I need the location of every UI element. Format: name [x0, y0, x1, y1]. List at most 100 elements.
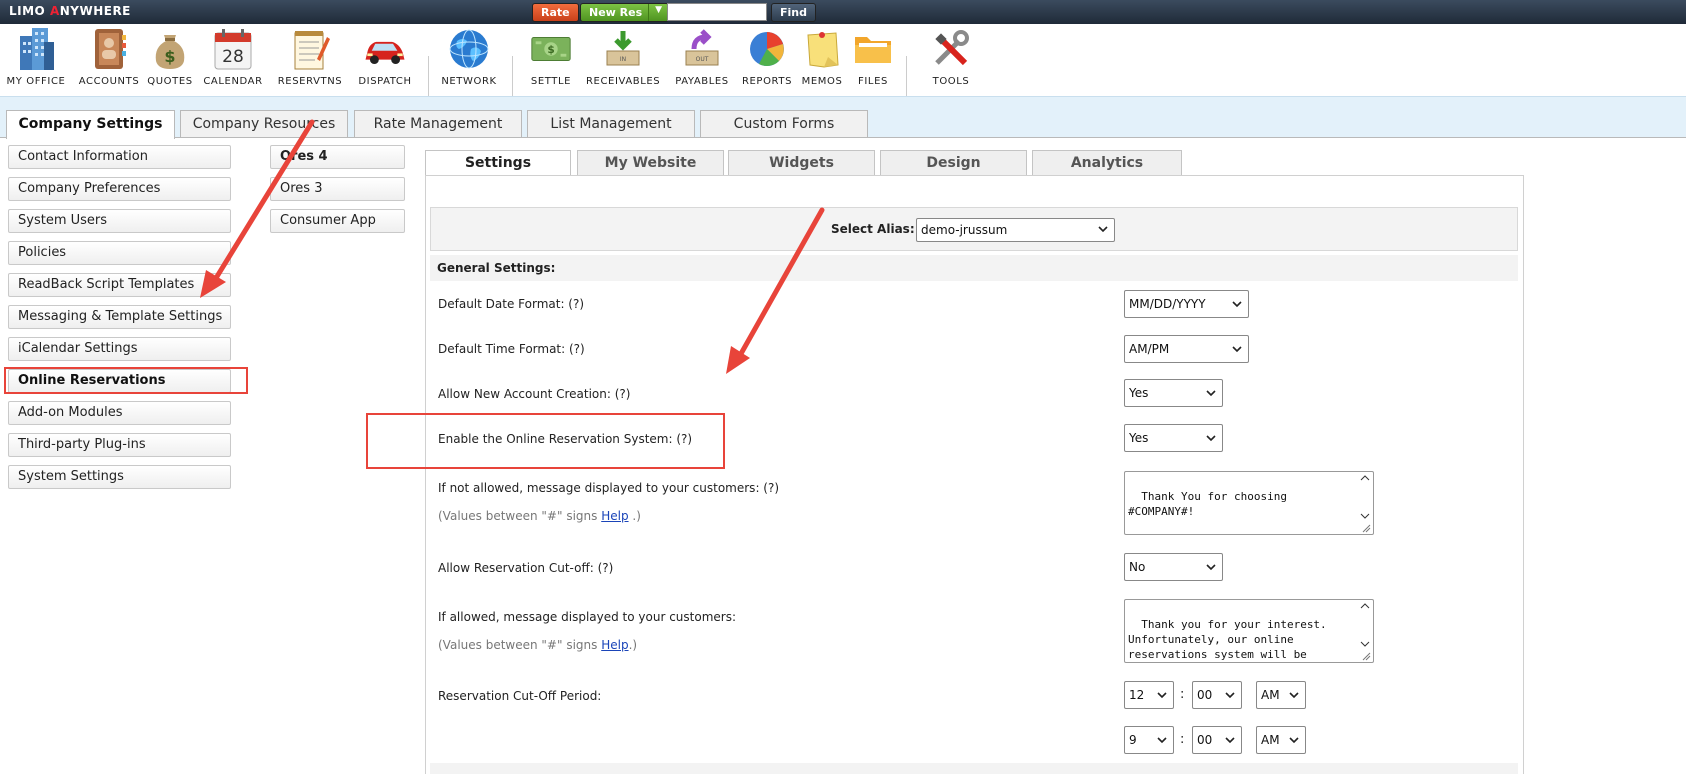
svg-text:OUT: OUT [696, 56, 709, 63]
toolbar-label: PAYABLES [675, 76, 729, 87]
tab-settings[interactable]: Settings [425, 150, 571, 177]
toolbar-reservations[interactable]: RESERVTNS [273, 26, 347, 94]
help-link[interactable]: Help [601, 509, 628, 523]
subnav-item-consumer-app[interactable]: Consumer App [270, 209, 405, 233]
chevron-down-icon [1225, 737, 1235, 744]
scrollbar[interactable] [1359, 474, 1371, 534]
inbox-icon: IN [600, 26, 646, 72]
sidebar-item-system-users[interactable]: System Users [8, 209, 231, 233]
allowed-message-hint: (Values between "#" signs Help.) [438, 638, 637, 652]
tab-my-website[interactable]: My Website [577, 150, 724, 176]
cutoff-from-ampm-select[interactable]: AM [1256, 681, 1306, 709]
toolbar-receivables[interactable]: IN RECEIVABLES [586, 26, 660, 94]
enable-ores-value: Yes [1129, 431, 1149, 445]
sidebar-item-add-on-modules[interactable]: Add-on Modules [8, 401, 231, 425]
sidebar-item-icalendar-settings[interactable]: iCalendar Settings [8, 337, 231, 361]
tab-custom-forms[interactable]: Custom Forms [700, 110, 868, 137]
main-toolbar: MY OFFICE ACCOUNTS $ QUOTES 28 CALENDAR … [0, 24, 980, 112]
toolbar-label: MY OFFICE [6, 76, 66, 87]
cutoff-select[interactable]: No [1124, 553, 1223, 581]
svg-text:IN: IN [620, 56, 626, 63]
logo-accent: A [49, 4, 60, 18]
chevron-down-icon [1289, 737, 1299, 744]
time-separator: : [1180, 732, 1185, 747]
cutoff-to-hour-select[interactable]: 9 [1124, 726, 1174, 754]
toolbar-settle[interactable]: $ SETTLE [514, 26, 588, 94]
tab-company-resources[interactable]: Company Resources [180, 110, 348, 137]
toolbar-payables[interactable]: OUT PAYABLES [665, 26, 739, 94]
hour-value: 9 [1129, 733, 1137, 747]
tab-list-management[interactable]: List Management [527, 110, 695, 137]
time-format-label: Default Time Format: (?) [438, 342, 585, 356]
new-res-label: New Res [589, 6, 643, 19]
time-format-value: AM/PM [1129, 342, 1170, 356]
date-format-select[interactable]: MM/DD/YYYY [1124, 290, 1249, 318]
chevron-down-icon [1232, 301, 1242, 308]
find-button[interactable]: Find [771, 3, 816, 22]
quick-search-input[interactable] [667, 3, 767, 21]
app-logo[interactable]: LIMO ANYWHERE [9, 4, 131, 18]
cutoff-period-label: Reservation Cut-Off Period: [438, 689, 602, 703]
cutoff-to-ampm-select[interactable]: AM [1256, 726, 1306, 754]
chevron-down-icon [1206, 564, 1216, 571]
not-allowed-message-label: If not allowed, message displayed to you… [438, 481, 780, 495]
allowed-message-textarea[interactable]: Thank you for your interest. Unfortunate… [1124, 599, 1374, 663]
chevron-down-icon [1157, 692, 1167, 699]
tab-widgets[interactable]: Widgets [728, 150, 875, 176]
date-format-value: MM/DD/YYYY [1129, 297, 1206, 311]
toolbar-my-office[interactable]: MY OFFICE [0, 26, 73, 94]
hint-text: (Values between "#" signs [438, 509, 602, 523]
sidebar-item-system-settings[interactable]: System Settings [8, 465, 231, 489]
tab-analytics[interactable]: Analytics [1032, 150, 1182, 176]
sidebar-item-readback-script-templates[interactable]: ReadBack Script Templates [8, 273, 231, 297]
toolbar-network[interactable]: NETWORK [432, 26, 506, 94]
enable-ores-select[interactable]: Yes [1124, 424, 1223, 452]
next-section-header [430, 763, 1518, 774]
help-link[interactable]: Help [601, 638, 628, 652]
alias-select[interactable]: demo-jrussum [916, 218, 1115, 242]
scrollbar[interactable] [1359, 602, 1371, 662]
logo-text-rest: NYWHERE [59, 4, 131, 18]
sidebar-item-contact-information[interactable]: Contact Information [8, 145, 231, 169]
highlight-box-online-reservations [4, 367, 248, 394]
dropdown-arrow-icon[interactable]: ▼ [648, 4, 668, 21]
sidebar-item-company-preferences[interactable]: Company Preferences [8, 177, 231, 201]
pie-chart-icon [744, 26, 790, 72]
sidebar-item-messaging-template-settings[interactable]: Messaging & Template Settings [8, 305, 231, 329]
not-allowed-message-textarea[interactable]: Thank You for choosing #COMPANY#! [1124, 471, 1374, 535]
toolbar-label: DISPATCH [358, 76, 412, 87]
chevron-down-icon [1206, 390, 1216, 397]
new-account-value: Yes [1129, 386, 1149, 400]
textarea-value: Thank You for choosing #COMPANY#! [1128, 490, 1287, 518]
hint-text: .) [628, 509, 641, 523]
calendar-icon: 28 [210, 26, 256, 72]
cutoff-to-minute-select[interactable]: 00 [1192, 726, 1242, 754]
tab-design[interactable]: Design [880, 150, 1027, 176]
top-bar: LIMO ANYWHERE Rate New Res ▼ Find [0, 0, 1686, 24]
time-format-select[interactable]: AM/PM [1124, 335, 1249, 363]
money-bag-icon: $ [147, 26, 193, 72]
new-res-button[interactable]: New Res ▼ [580, 3, 670, 22]
highlight-box-enable-ores [366, 413, 725, 469]
toolbar-tools[interactable]: TOOLS [914, 26, 988, 94]
hour-value: 12 [1129, 688, 1145, 702]
ampm-value: AM [1261, 688, 1280, 702]
subnav-item-ores-3[interactable]: Ores 3 [270, 177, 405, 201]
new-account-select[interactable]: Yes [1124, 379, 1223, 407]
subnav-item-ores-4[interactable]: Ores 4 [270, 145, 405, 169]
alias-value: demo-jrussum [921, 223, 1008, 237]
address-book-icon [86, 26, 132, 72]
sidebar-item-policies[interactable]: Policies [8, 241, 231, 265]
tab-baseline [0, 137, 1686, 138]
sidebar-item-third-party-plug-ins[interactable]: Third-party Plug-ins [8, 433, 231, 457]
rate-button[interactable]: Rate [532, 3, 579, 22]
svg-text:$: $ [164, 47, 175, 66]
toolbar-files[interactable]: FILES [836, 26, 910, 94]
toolbar-dispatch[interactable]: DISPATCH [348, 26, 422, 94]
toolbar-calendar[interactable]: 28 CALENDAR [196, 26, 270, 94]
cutoff-from-minute-select[interactable]: 00 [1192, 681, 1242, 709]
tab-company-settings[interactable]: Company Settings [6, 110, 175, 139]
tab-rate-management[interactable]: Rate Management [354, 110, 522, 137]
hint-text: .) [628, 638, 638, 652]
cutoff-from-hour-select[interactable]: 12 [1124, 681, 1174, 709]
